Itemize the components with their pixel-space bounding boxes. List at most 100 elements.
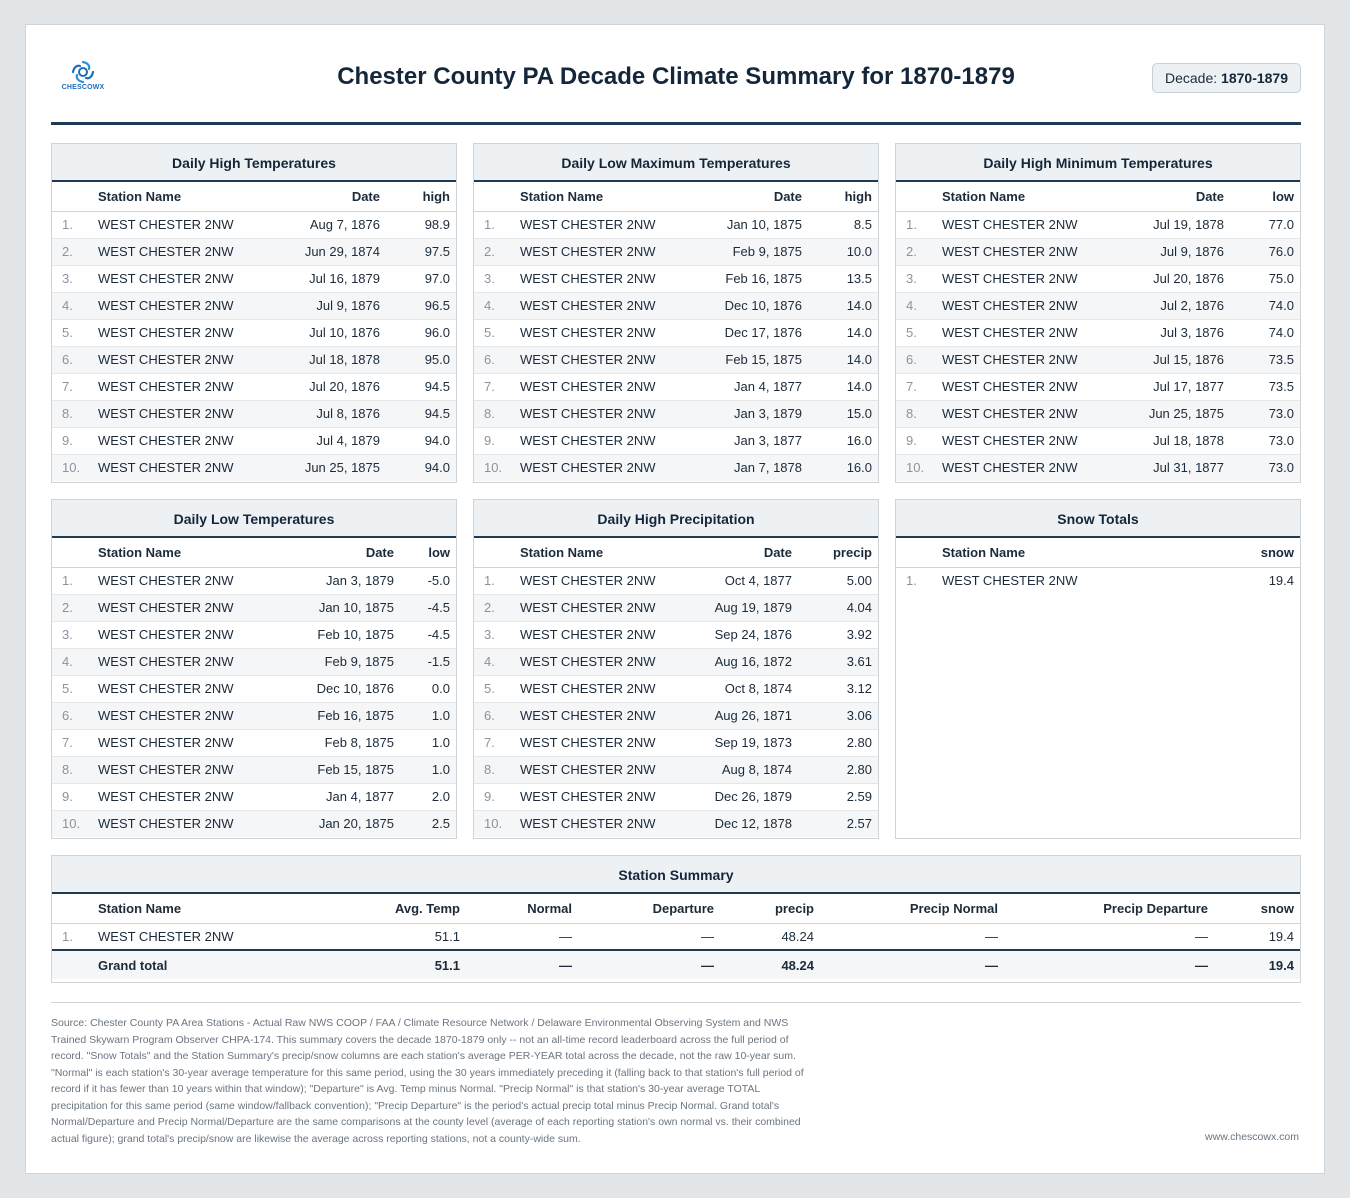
date-cell: Jul 8, 1876: [276, 400, 386, 428]
station-header: Station Name: [514, 182, 698, 212]
date-cell: Jul 3, 1876: [1120, 319, 1230, 347]
avg-temp-header: Avg. Temp: [292, 894, 466, 924]
value-cell: -5.0: [400, 567, 456, 595]
table-row: 7. WEST CHESTER 2NW Feb 8, 1875 1.0: [52, 729, 456, 757]
date-cell: Jan 10, 1875: [283, 594, 400, 622]
value-cell: 96.0: [386, 319, 456, 347]
station-cell: WEST CHESTER 2NW: [92, 783, 284, 811]
rank-cell: 5.: [896, 319, 936, 347]
rank-cell: 6.: [52, 346, 92, 374]
date-cell: Feb 9, 1875: [283, 648, 400, 676]
site-link[interactable]: www.chescowx.com: [1205, 1131, 1299, 1143]
rank-cell: 4.: [474, 648, 514, 676]
rank-cell: 6.: [896, 346, 936, 374]
table-row: 2. WEST CHESTER 2NW Jan 10, 1875 -4.5: [52, 594, 456, 622]
value-cell: 76.0: [1230, 238, 1300, 266]
rank-cell: 3.: [474, 265, 514, 293]
report-page: CHESCOWX Chester County PA Decade Climat…: [25, 24, 1325, 1174]
date-cell: Oct 4, 1877: [690, 567, 798, 595]
date-cell: Jan 3, 1877: [697, 427, 808, 455]
rank-cell: 1.: [52, 211, 92, 239]
precip-normal-header: Precip Normal: [820, 894, 1004, 924]
rank-cell: 4.: [896, 292, 936, 320]
station-cell: WEST CHESTER 2NW: [514, 319, 698, 347]
footer-divider: [51, 1002, 1301, 1003]
station-header: Station Name: [92, 538, 284, 568]
normal-cell: —: [466, 949, 578, 979]
table-row: 6. WEST CHESTER 2NW Feb 15, 1875 14.0: [474, 346, 878, 374]
station-cell: WEST CHESTER 2NW: [936, 454, 1121, 481]
rank-cell: 10.: [52, 810, 92, 837]
table-row: 7. WEST CHESTER 2NW Sep 19, 1873 2.80: [474, 729, 878, 757]
rank-cell: 5.: [52, 319, 92, 347]
card-title: Station Summary: [52, 856, 1300, 894]
station-cell: WEST CHESTER 2NW: [942, 573, 1078, 589]
high-min-temps-card: Daily High Minimum Temperatures Station …: [895, 143, 1301, 483]
station-cell: WEST CHESTER 2NW: [514, 373, 698, 401]
rank-cell: 9.: [52, 783, 92, 811]
table-row: 1. WEST CHESTER 2NW 19.4: [896, 567, 1300, 594]
value-cell: 10.0: [808, 238, 878, 266]
date-cell: Sep 24, 1876: [690, 621, 798, 649]
date-header: Date: [690, 538, 798, 568]
table-row: 9. WEST CHESTER 2NW Jan 4, 1877 2.0: [52, 783, 456, 811]
station-cell: WEST CHESTER 2NW: [92, 594, 284, 622]
date-header: Date: [1120, 182, 1230, 212]
value-cell: 94.5: [386, 373, 456, 401]
station-cell: WEST CHESTER 2NW: [514, 621, 691, 649]
station-header: Station Name: [92, 894, 292, 924]
date-cell: Jun 25, 1875: [1120, 400, 1230, 428]
station-cell: WEST CHESTER 2NW: [92, 265, 277, 293]
rank-cell: 7.: [896, 373, 936, 401]
low-temps-card: Daily Low Temperatures Station Name Date…: [51, 499, 457, 839]
precip-cell: 48.24: [720, 949, 820, 979]
table-row: 5. WEST CHESTER 2NW Dec 17, 1876 14.0: [474, 319, 878, 347]
rank-header: [474, 182, 514, 212]
date-cell: Jul 19, 1878: [1120, 211, 1230, 239]
value-cell: 13.5: [808, 265, 878, 293]
table-row: 4. WEST CHESTER 2NW Jul 9, 1876 96.5: [52, 292, 456, 320]
table-row: 4. WEST CHESTER 2NW Aug 16, 1872 3.61: [474, 648, 878, 676]
card-title: Daily Low Temperatures: [52, 500, 456, 538]
rank-cell: 8.: [52, 756, 92, 784]
date-cell: Jul 31, 1877: [1120, 454, 1230, 481]
rank-cell: 1.: [474, 567, 514, 595]
table-row: 10. WEST CHESTER 2NW Jan 20, 1875 2.5: [52, 810, 456, 837]
decade-label: Decade:: [1165, 70, 1218, 86]
station-cell: WEST CHESTER 2NW: [936, 292, 1121, 320]
decade-selector[interactable]: Decade: 1870-1879: [1152, 63, 1301, 93]
date-cell: Aug 19, 1879: [690, 594, 798, 622]
date-cell: Jul 20, 1876: [276, 373, 386, 401]
rank-cell: 8.: [896, 400, 936, 428]
station-cell: WEST CHESTER 2NW: [514, 729, 691, 757]
station-cell: WEST CHESTER 2NW: [514, 427, 698, 455]
table-header-row: Station Name Date precip: [474, 538, 878, 568]
station-header: Station Name: [514, 538, 691, 568]
date-cell: Dec 10, 1876: [697, 292, 808, 320]
value-cell: 97.5: [386, 238, 456, 266]
table-row: 3. WEST CHESTER 2NW Feb 10, 1875 -4.5: [52, 621, 456, 649]
high-precip-card: Daily High Precipitation Station Name Da…: [473, 499, 879, 839]
table-row: 9. WEST CHESTER 2NW Jan 3, 1877 16.0: [474, 427, 878, 455]
card-title: Daily High Minimum Temperatures: [896, 144, 1300, 182]
low-temps-table: Station Name Date low 1. WEST CHESTER 2NW…: [52, 538, 456, 837]
snow-totals-table: Station Name snow 1. WEST CHESTER 2NW 19.4: [896, 538, 1300, 594]
station-summary-table: Station Name Avg. Temp Normal Departure …: [52, 894, 1300, 979]
rank-cell: 8.: [52, 400, 92, 428]
table-row: 4. WEST CHESTER 2NW Feb 9, 1875 -1.5: [52, 648, 456, 676]
value-cell: 15.0: [808, 400, 878, 428]
table-row: 8. WEST CHESTER 2NW Jan 3, 1879 15.0: [474, 400, 878, 428]
value-cell: 3.12: [798, 675, 878, 703]
snow-cell: 19.4: [1214, 923, 1300, 951]
station-cell: WEST CHESTER 2NW: [92, 373, 277, 401]
precip-departure-cell: —: [1004, 923, 1214, 951]
table-row: 5. WEST CHESTER 2NW Oct 8, 1874 3.12: [474, 675, 878, 703]
date-cell: Jan 4, 1877: [697, 373, 808, 401]
grand-total-label: Grand total: [92, 949, 292, 979]
station-cell: WEST CHESTER 2NW: [514, 211, 698, 239]
value-cell: 73.0: [1230, 400, 1300, 428]
table-row: 2. WEST CHESTER 2NW Feb 9, 1875 10.0: [474, 238, 878, 266]
station-cell: WEST CHESTER 2NW: [514, 400, 698, 428]
rank-cell: 1.: [474, 211, 514, 239]
value-cell: 0.0: [400, 675, 456, 703]
